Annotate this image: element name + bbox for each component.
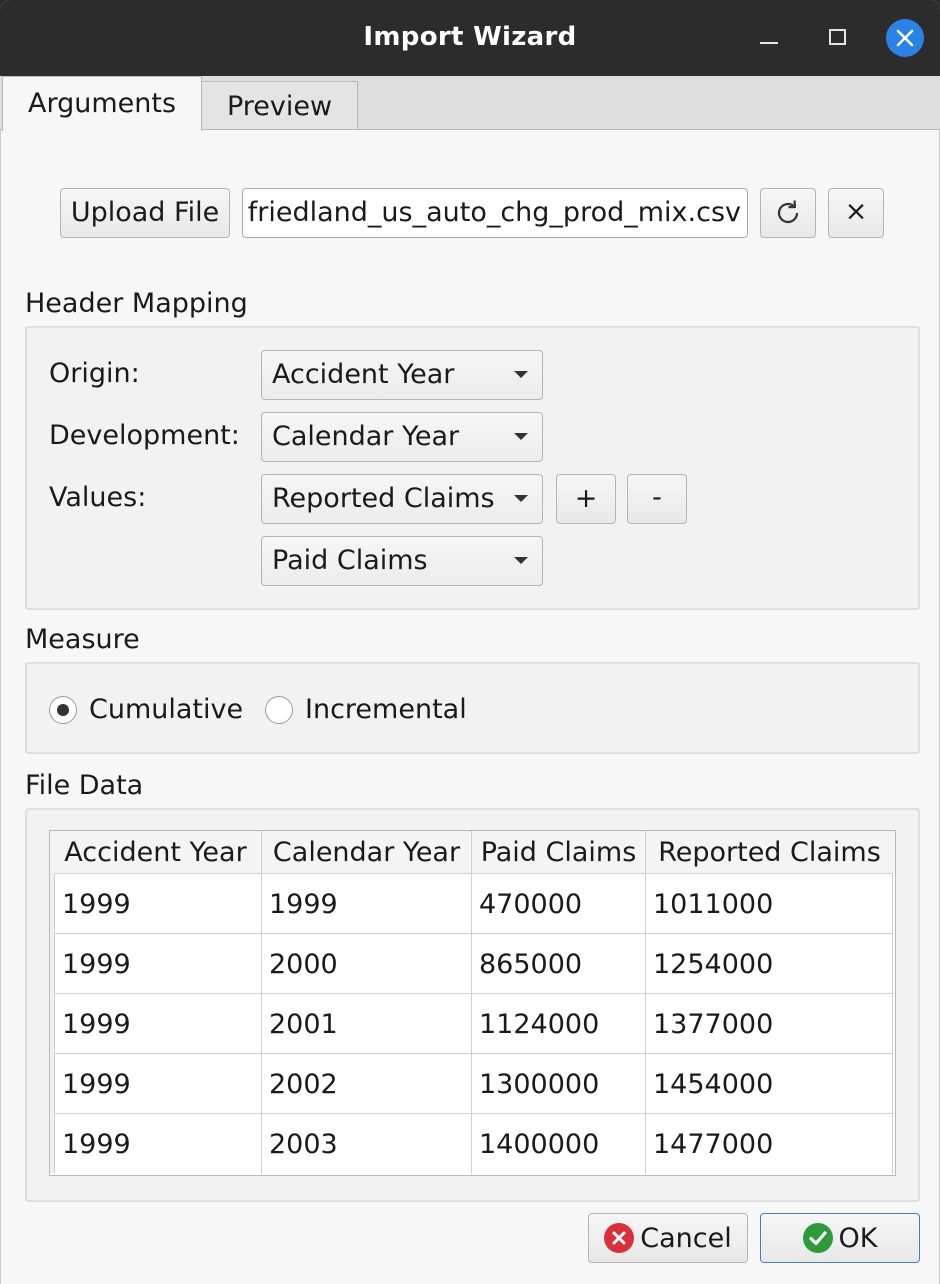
table-cell: 1477000	[646, 1114, 893, 1174]
table-row[interactable]: 1999 2002 1300000 1454000	[55, 1053, 893, 1114]
radio-cumulative-label: Cumulative	[89, 694, 244, 725]
table-cell: 2003	[262, 1114, 472, 1174]
header-mapping-title: Header Mapping	[25, 288, 248, 319]
table-cell: 1011000	[646, 874, 893, 934]
table-cell: 470000	[472, 874, 646, 934]
table-cell: 1999	[55, 994, 262, 1054]
file-data-group: Accident Year Calendar Year Paid Claims …	[25, 808, 920, 1202]
table-row[interactable]: 1999 2003 1400000 1477000	[55, 1113, 893, 1174]
table-cell: 1254000	[646, 934, 893, 994]
checkmark-icon	[802, 1223, 833, 1253]
table-cell: 1300000	[472, 1054, 646, 1114]
cancel-label: Cancel	[640, 1222, 732, 1254]
reload-button[interactable]	[760, 188, 816, 238]
table-cell: 2000	[262, 934, 472, 994]
table-cell: 1999	[55, 874, 262, 934]
table-header: Accident Year Calendar Year Paid Claims …	[50, 831, 895, 873]
file-data-title: File Data	[25, 770, 144, 801]
table-cell: 1400000	[472, 1114, 646, 1174]
table-cell: 1377000	[646, 994, 893, 1054]
column-header[interactable]: Accident Year	[50, 831, 262, 873]
tab-bar: Arguments Preview	[0, 76, 940, 131]
column-header[interactable]: Paid Claims	[472, 831, 646, 873]
arguments-panel: Upload File friedland_us_auto_chg_prod_m…	[0, 130, 940, 1284]
import-wizard-window: Import Wizard Arguments Preview Upload F…	[0, 0, 940, 1284]
chevron-down-icon	[514, 433, 528, 440]
chevron-down-icon	[514, 371, 528, 378]
minus-icon: -	[652, 482, 662, 513]
table-row[interactable]: 1999 1999 470000 1011000	[55, 873, 893, 934]
development-select[interactable]: Calendar Year	[261, 412, 543, 462]
origin-value: Accident Year	[272, 359, 455, 390]
table-cell: 1999	[55, 934, 262, 994]
table-cell: 2002	[262, 1054, 472, 1114]
radio-incremental[interactable]: Incremental	[265, 694, 467, 725]
radio-checked-icon	[49, 695, 77, 724]
radio-incremental-label: Incremental	[305, 694, 467, 725]
clear-icon: ×	[844, 196, 868, 227]
chevron-down-icon	[514, 557, 528, 564]
file-data-table[interactable]: Accident Year Calendar Year Paid Claims …	[49, 830, 896, 1176]
window-title: Import Wizard	[363, 22, 577, 52]
cancel-button[interactable]: Cancel	[588, 1213, 748, 1263]
upload-file-button[interactable]: Upload File	[60, 188, 230, 238]
maximize-icon[interactable]	[829, 29, 846, 45]
origin-select[interactable]: Accident Year	[261, 350, 543, 400]
values-value-1: Reported Claims	[272, 483, 495, 514]
radio-unchecked-icon	[265, 695, 293, 724]
table-row[interactable]: 1999 2001 1124000 1377000	[55, 993, 893, 1054]
add-value-button[interactable]: +	[556, 474, 616, 524]
values-label: Values:	[49, 482, 147, 513]
tab-arguments[interactable]: Arguments	[2, 76, 202, 131]
close-icon[interactable]	[886, 19, 924, 57]
development-value: Calendar Year	[272, 421, 460, 452]
table-cell: 1999	[262, 874, 472, 934]
title-bar: Import Wizard	[0, 0, 940, 76]
file-path-field[interactable]: friedland_us_auto_chg_prod_mix.csv	[242, 188, 748, 238]
ok-button[interactable]: OK	[760, 1213, 920, 1263]
values-select-1[interactable]: Reported Claims	[261, 474, 543, 524]
table-cell: 1454000	[646, 1054, 893, 1114]
upload-file-label: Upload File	[70, 197, 220, 228]
table-cell: 1999	[55, 1054, 262, 1114]
table-row[interactable]: 1999 2000 865000 1254000	[55, 933, 893, 994]
table-cell: 865000	[472, 934, 646, 994]
radio-cumulative[interactable]: Cumulative	[49, 694, 243, 725]
reload-icon	[777, 200, 799, 224]
ok-label: OK	[838, 1222, 878, 1254]
chevron-down-icon	[514, 495, 528, 502]
column-header[interactable]: Calendar Year	[262, 831, 472, 873]
values-select-2[interactable]: Paid Claims	[261, 536, 543, 586]
file-path-value: friedland_us_auto_chg_prod_mix.csv	[247, 197, 741, 228]
plus-icon: +	[574, 483, 598, 514]
values-value-2: Paid Claims	[272, 545, 428, 576]
table-cell: 2001	[262, 994, 472, 1054]
development-label: Development:	[49, 420, 240, 451]
cancel-icon	[604, 1223, 635, 1253]
table-cell: 1999	[55, 1114, 262, 1174]
minimize-icon[interactable]	[760, 30, 780, 44]
remove-value-button[interactable]: -	[627, 474, 687, 524]
clear-file-button[interactable]: ×	[828, 188, 884, 238]
origin-label: Origin:	[49, 358, 140, 389]
table-cell: 1124000	[472, 994, 646, 1054]
tab-preview[interactable]: Preview	[202, 81, 358, 130]
measure-group: Cumulative Incremental	[25, 662, 920, 754]
header-mapping-group: Origin: Accident Year Development: Calen…	[25, 326, 920, 610]
measure-title: Measure	[25, 624, 140, 655]
column-header[interactable]: Reported Claims	[646, 831, 893, 873]
